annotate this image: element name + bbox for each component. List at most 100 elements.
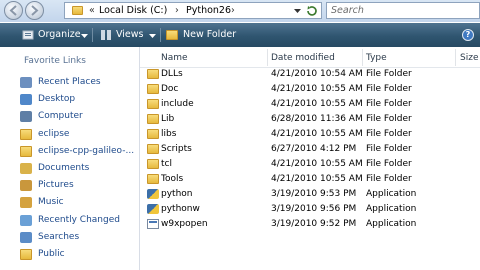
organize-button[interactable]: Organize: [38, 29, 81, 40]
folder-icon: [20, 249, 32, 260]
favorite-links-heading: Favorite Links: [24, 56, 86, 66]
folder-icon: [147, 144, 159, 154]
new-folder-button[interactable]: New Folder: [183, 29, 236, 40]
searches-icon: [20, 231, 32, 243]
forward-arrow-icon: [31, 5, 39, 16]
file-date-modified: 4/21/2010 10:55 AM: [271, 84, 363, 94]
back-arrow-icon: [9, 5, 17, 16]
file-type: File Folder: [366, 129, 412, 139]
search-placeholder: Search: [331, 5, 364, 16]
folder-icon: [72, 6, 83, 15]
file-row[interactable]: python 3/19/2010 9:53 PM Application: [140, 187, 480, 202]
file-date-modified: 6/28/2010 11:36 AM: [271, 114, 363, 124]
recent-places-icon: [20, 77, 32, 88]
file-type: File Folder: [366, 114, 412, 124]
folder-icon: [147, 174, 159, 184]
chevron-down-icon[interactable]: [149, 33, 156, 40]
documents-icon: [20, 163, 32, 174]
python-icon: [147, 204, 159, 214]
address-bar-region: « Local Disk (C:) › Python26 › Search: [0, 0, 480, 22]
folder-icon: [147, 129, 159, 139]
chevron-down-icon[interactable]: [81, 33, 88, 40]
nav-item-label: Documents: [38, 163, 90, 173]
folder-icon: [147, 69, 159, 79]
column-date-modified[interactable]: Date modified: [271, 53, 335, 63]
desktop-icon: [20, 94, 32, 106]
forward-button[interactable]: [25, 1, 44, 20]
folder-icon: [20, 145, 32, 157]
file-name: Lib: [161, 114, 175, 124]
views-icon: [101, 30, 111, 40]
nav-item-label: eclipse: [38, 128, 70, 139]
file-name: include: [161, 99, 194, 109]
nav-item-label: Recent Places: [38, 77, 101, 87]
toolbar-divider: [160, 28, 161, 42]
file-row[interactable]: Tools 4/21/2010 10:55 AM File Folder: [140, 172, 480, 187]
path-overflow-indicator[interactable]: «: [89, 5, 95, 16]
toolbar-divider: [92, 28, 93, 42]
file-type: File Folder: [366, 159, 412, 169]
crumb-separator[interactable]: ›: [231, 5, 235, 16]
column-name[interactable]: Name: [161, 53, 188, 63]
music-icon: [20, 197, 32, 209]
refresh-icon[interactable]: [306, 5, 318, 17]
application-icon: [147, 219, 159, 229]
chevron-down-icon[interactable]: [293, 7, 302, 16]
file-row[interactable]: Lib 6/28/2010 11:36 AM File Folder: [140, 112, 480, 127]
folder-icon: [147, 159, 159, 169]
file-name: pythonw: [161, 204, 200, 214]
file-row[interactable]: Scripts 6/27/2010 4:12 PM File Folder: [140, 142, 480, 157]
computer-icon: [20, 111, 32, 123]
recently-changed-icon: [20, 214, 32, 226]
file-name: Scripts: [161, 144, 192, 154]
column-divider[interactable]: [455, 49, 456, 66]
file-row[interactable]: Doc 4/21/2010 10:55 AM File Folder: [140, 82, 480, 97]
command-bar: Organize Views New Folder ?: [0, 23, 480, 47]
column-size[interactable]: Size: [460, 53, 478, 63]
back-button[interactable]: [4, 1, 23, 20]
python-icon: [147, 189, 159, 199]
file-row[interactable]: DLLs 4/21/2010 10:54 AM File Folder: [140, 67, 480, 82]
file-row[interactable]: libs 4/21/2010 10:55 AM File Folder: [140, 127, 480, 142]
file-name: Doc: [161, 84, 179, 94]
crumb-separator[interactable]: ›: [175, 5, 179, 16]
file-name: DLLs: [161, 69, 183, 79]
file-date-modified: 4/21/2010 10:54 AM: [271, 69, 363, 79]
crumb-python26[interactable]: Python26: [186, 5, 231, 16]
file-date-modified: 4/21/2010 10:55 AM: [271, 159, 363, 169]
folder-icon: [20, 128, 32, 140]
nav-item-label: Desktop: [38, 94, 76, 105]
column-divider[interactable]: [362, 49, 363, 66]
folder-icon: [147, 114, 159, 124]
crumb-local-disk[interactable]: Local Disk (C:): [99, 5, 167, 16]
file-name: python: [161, 189, 193, 199]
new-folder-icon: [166, 30, 178, 40]
column-divider[interactable]: [267, 49, 268, 66]
file-type: Application: [366, 219, 417, 229]
file-date-modified: 3/19/2010 9:53 PM: [271, 189, 357, 199]
file-type: File Folder: [366, 174, 412, 184]
column-type[interactable]: Type: [366, 53, 387, 63]
file-type: File Folder: [366, 84, 412, 94]
search-input[interactable]: Search: [326, 2, 480, 19]
organize-icon: [22, 30, 34, 40]
file-row[interactable]: tcl 4/21/2010 10:55 AM File Folder: [140, 157, 480, 172]
file-date-modified: 4/21/2010 10:55 AM: [271, 129, 363, 139]
nav-item-label: Searches: [38, 231, 80, 242]
address-box[interactable]: « Local Disk (C:) › Python26 ›: [64, 2, 322, 19]
nav-item-label: Computer: [38, 111, 83, 122]
folder-icon: [147, 84, 159, 94]
file-name: Tools: [161, 174, 184, 184]
file-name: libs: [161, 129, 177, 139]
help-icon[interactable]: ?: [462, 29, 474, 41]
views-button[interactable]: Views: [116, 29, 144, 40]
file-type: File Folder: [366, 69, 412, 79]
file-name: tcl: [161, 159, 172, 169]
file-date-modified: 6/27/2010 4:12 PM: [271, 144, 357, 154]
file-row[interactable]: w9xpopen 3/19/2010 9:52 PM Application: [140, 217, 480, 232]
column-header-row: Name Date modified Type Size: [140, 47, 480, 68]
file-row[interactable]: include 4/21/2010 10:55 AM File Folder: [140, 97, 480, 112]
file-row[interactable]: pythonw 3/19/2010 9:56 PM Application: [140, 202, 480, 217]
nav-item-label: Public: [38, 249, 65, 259]
file-date-modified: 3/19/2010 9:56 PM: [271, 204, 357, 214]
